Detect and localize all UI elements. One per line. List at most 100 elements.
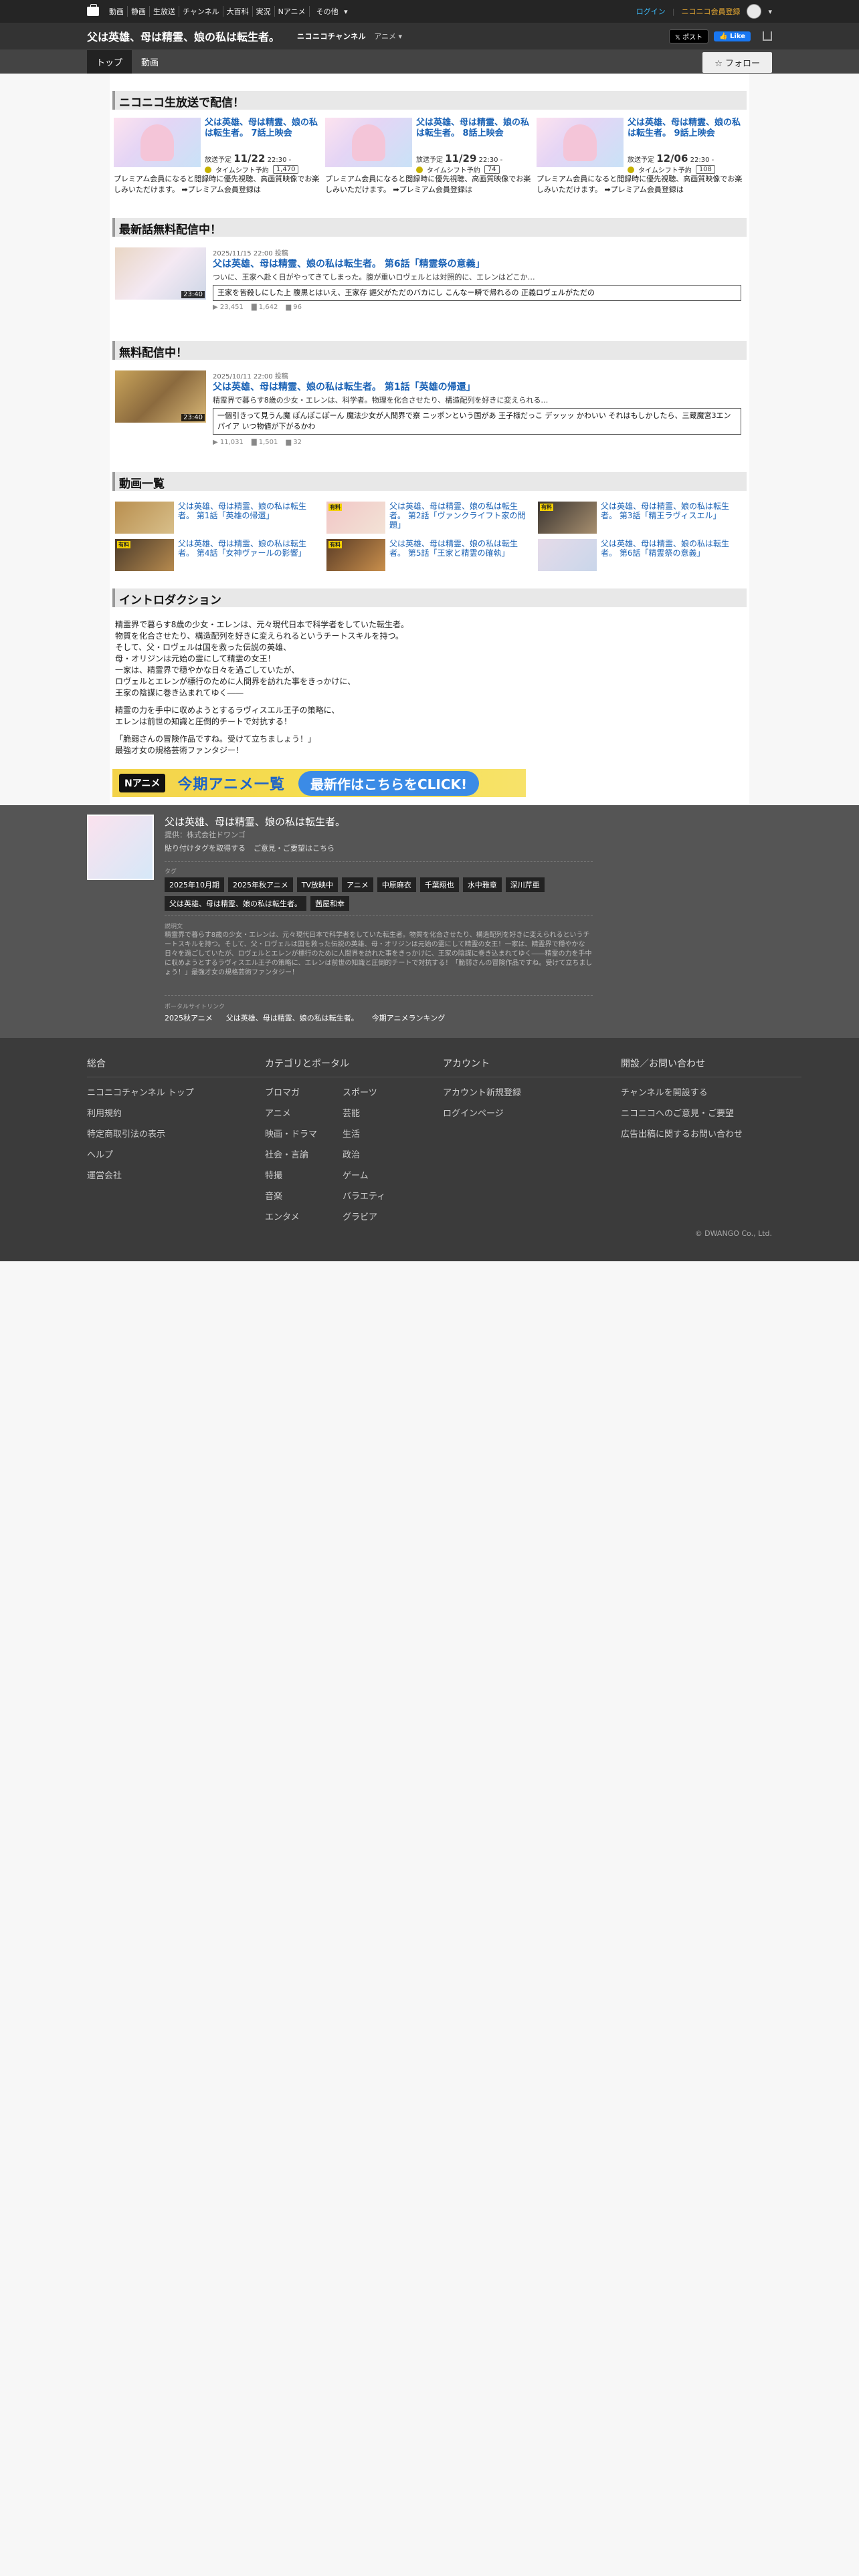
- nav-item[interactable]: Nアニメ: [275, 6, 310, 17]
- footer-link[interactable]: バラエティ: [343, 1189, 420, 1202]
- nav-item[interactable]: 大百科: [223, 6, 253, 17]
- avatar[interactable]: [747, 4, 762, 19]
- video-title[interactable]: 父は英雄、母は精霊、娘の私は転生者。 第6話「精霊祭の意義」: [213, 257, 485, 270]
- nav-item[interactable]: 実況: [253, 6, 275, 17]
- live-thumbnail[interactable]: [325, 118, 412, 167]
- nav-item-more[interactable]: その他 ▾: [310, 6, 351, 17]
- video-thumbnail[interactable]: 有料: [115, 539, 174, 571]
- video-title[interactable]: 父は英雄、母は精霊、娘の私は転生者。 第1話「英雄の帰還」: [178, 502, 322, 520]
- tab-top[interactable]: トップ: [87, 50, 132, 74]
- footer-link[interactable]: 利用規約: [87, 1106, 281, 1119]
- footer-link[interactable]: エンタメ: [265, 1210, 343, 1222]
- live-title[interactable]: 父は英雄、母は精霊、娘の私は転生者。 8話上映会: [416, 118, 534, 139]
- portal-link[interactable]: 今期アニメランキング: [372, 1012, 445, 1023]
- anime-list-banner[interactable]: Nアニメ 今期アニメ一覧 最新作はこちらをCLICK!: [112, 769, 526, 797]
- tag[interactable]: 中原麻衣: [377, 877, 416, 892]
- comment-preview: 王家を皆殺しにした上 腹黒とはいえ、王家存 謳父がただのバカにし こんなー瞬で帰…: [213, 285, 741, 301]
- tag[interactable]: 深川芹亜: [505, 877, 545, 892]
- footer-link[interactable]: 生活: [343, 1127, 420, 1140]
- live-thumbnail[interactable]: [537, 118, 624, 167]
- list-item[interactable]: 父は英雄、母は精霊、娘の私は転生者。 第1話「英雄の帰還」: [115, 502, 324, 535]
- footer-link[interactable]: ログインページ: [443, 1106, 637, 1119]
- footer-link[interactable]: スポーツ: [343, 1085, 420, 1098]
- video-title[interactable]: 父は英雄、母は精霊、娘の私は転生者。 第1話「英雄の帰還」: [213, 380, 476, 393]
- niconico-logo-icon[interactable]: [87, 4, 99, 16]
- register-link[interactable]: ニコニコ会員登録: [681, 6, 740, 17]
- tag[interactable]: 2025年秋アニメ: [228, 877, 293, 892]
- timeshift-row[interactable]: タイムシフト予約 108: [628, 165, 715, 175]
- tag[interactable]: 父は英雄、母は精霊、娘の私は転生者。: [165, 896, 306, 911]
- tag[interactable]: 千葉翔也: [419, 877, 459, 892]
- footer-link[interactable]: 特撮: [265, 1168, 343, 1181]
- footer-link[interactable]: 広告出稿に関するお問い合わせ: [621, 1127, 815, 1140]
- video-title[interactable]: 父は英雄、母は精霊、娘の私は転生者。 第5話「王家と精霊の確執」: [389, 539, 533, 558]
- intro-paragraph: 精霊の力を手中に収めようとするラヴィスエル王子の策略に、 エレンは前世の知識と圧…: [115, 706, 340, 726]
- nav-item[interactable]: 静画: [128, 6, 150, 17]
- feedback-link[interactable]: ご意見・ご要望はこちら: [254, 843, 335, 853]
- video-title[interactable]: 父は英雄、母は精霊、娘の私は転生者。 第6話「精霊祭の意義」: [601, 539, 745, 558]
- login-link[interactable]: ログイン: [636, 6, 666, 17]
- live-card[interactable]: 父は英雄、母は精霊、娘の私は転生者。 9話上映会 放送予定 12/06 22:3…: [537, 118, 745, 198]
- footer-link[interactable]: グラビア: [343, 1210, 420, 1222]
- footer-link[interactable]: 音楽: [265, 1189, 343, 1202]
- channel-title[interactable]: 父は英雄、母は精霊、娘の私は転生者。: [87, 28, 280, 44]
- tag[interactable]: 水中雅章: [462, 877, 502, 892]
- video-thumbnail[interactable]: 23:40: [115, 370, 206, 423]
- list-item[interactable]: 有料 父は英雄、母は精霊、娘の私は転生者。 第3話「精王ラヴィスエル」: [538, 502, 747, 535]
- timeshift-row[interactable]: タイムシフト予約 1,470: [205, 165, 299, 175]
- chevron-down-icon[interactable]: ▾: [768, 7, 772, 16]
- video-title[interactable]: 父は英雄、母は精霊、娘の私は転生者。 第2話「ヴァンクライフト家の問題」: [389, 502, 533, 530]
- tag[interactable]: 茜屋和幸: [310, 896, 349, 911]
- video-title[interactable]: 父は英雄、母は精霊、娘の私は転生者。 第4話「女神ヴァールの影響」: [178, 539, 322, 558]
- live-card[interactable]: 父は英雄、母は精霊、娘の私は転生者。 8話上映会 放送予定 11/29 22:3…: [325, 118, 534, 198]
- video-thumbnail[interactable]: 有料: [326, 539, 385, 571]
- list-item[interactable]: 有料 父は英雄、母は精霊、娘の私は転生者。 第5話「王家と精霊の確執」: [326, 539, 535, 572]
- facebook-like-button[interactable]: 👍 Like: [714, 31, 751, 41]
- x-post-button[interactable]: 𝕏 ポスト: [668, 29, 709, 43]
- footer-link[interactable]: 社会・言論: [265, 1148, 343, 1160]
- footer-link[interactable]: ニコニコチャンネル トップ: [87, 1085, 281, 1098]
- tag[interactable]: TV放映中: [296, 877, 339, 892]
- footer-link[interactable]: 運営会社: [87, 1168, 281, 1181]
- footer-link[interactable]: 芸能: [343, 1106, 420, 1119]
- footer-link[interactable]: ニコニコへのご意見・ご要望: [621, 1106, 815, 1119]
- live-card[interactable]: 父は英雄、母は精霊、娘の私は転生者。 7話上映会 放送予定 11/22 22:3…: [114, 118, 322, 198]
- live-title[interactable]: 父は英雄、母は精霊、娘の私は転生者。 9話上映会: [628, 118, 745, 139]
- tag[interactable]: 2025年10月期: [165, 877, 224, 892]
- portal-link[interactable]: 父は英雄、母は精霊、娘の私は転生者。: [226, 1012, 359, 1023]
- footer-link[interactable]: ゲーム: [343, 1168, 420, 1181]
- list-item[interactable]: 有料 父は英雄、母は精霊、娘の私は転生者。 第2話「ヴァンクライフト家の問題」: [326, 502, 535, 535]
- mylist-stat: ▆ 96: [286, 304, 302, 311]
- footer-link[interactable]: 特定商取引法の表示: [87, 1127, 281, 1140]
- footer-link[interactable]: ヘルプ: [87, 1148, 281, 1160]
- nav-item[interactable]: 生放送: [150, 6, 179, 17]
- footer-link[interactable]: ブロマガ: [265, 1085, 343, 1098]
- footer-link[interactable]: アニメ: [265, 1106, 343, 1119]
- nav-item[interactable]: チャンネル: [179, 6, 223, 17]
- timeshift-row[interactable]: タイムシフト予約 74: [416, 165, 500, 175]
- footer-link[interactable]: アカウント新規登録: [443, 1085, 637, 1098]
- video-title[interactable]: 父は英雄、母は精霊、娘の私は転生者。 第3話「精王ラヴィスエル」: [601, 502, 745, 520]
- follow-button[interactable]: ☆ フォロー: [702, 52, 772, 73]
- footer-link[interactable]: 政治: [343, 1148, 420, 1160]
- video-thumbnail[interactable]: [538, 539, 597, 571]
- video-thumbnail[interactable]: 23:40: [115, 247, 206, 300]
- footer-link[interactable]: チャンネルを開設する: [621, 1085, 815, 1098]
- channel-brand[interactable]: ニコニコチャンネル: [297, 31, 366, 41]
- category-select[interactable]: アニメ ▾: [374, 31, 402, 41]
- live-title[interactable]: 父は英雄、母は精霊、娘の私は転生者。 7話上映会: [205, 118, 322, 139]
- video-thumbnail[interactable]: 有料: [538, 502, 597, 534]
- portal-link[interactable]: 2025秋アニメ: [165, 1012, 213, 1023]
- live-thumbnail[interactable]: [114, 118, 201, 167]
- channel-cover-image[interactable]: [87, 815, 154, 880]
- video-thumbnail[interactable]: [115, 502, 174, 534]
- cart-icon[interactable]: [763, 31, 772, 41]
- tab-videos[interactable]: 動画: [132, 50, 168, 74]
- footer-link[interactable]: 映画・ドラマ: [265, 1127, 343, 1140]
- list-item[interactable]: 有料 父は英雄、母は精霊、娘の私は転生者。 第4話「女神ヴァールの影響」: [115, 539, 324, 572]
- embed-tag-link[interactable]: 貼り付けタグを取得する: [165, 843, 246, 853]
- tag[interactable]: アニメ: [342, 877, 373, 892]
- video-thumbnail[interactable]: 有料: [326, 502, 385, 534]
- list-item[interactable]: 父は英雄、母は精霊、娘の私は転生者。 第6話「精霊祭の意義」: [538, 539, 747, 572]
- nav-item[interactable]: 動画: [106, 6, 128, 17]
